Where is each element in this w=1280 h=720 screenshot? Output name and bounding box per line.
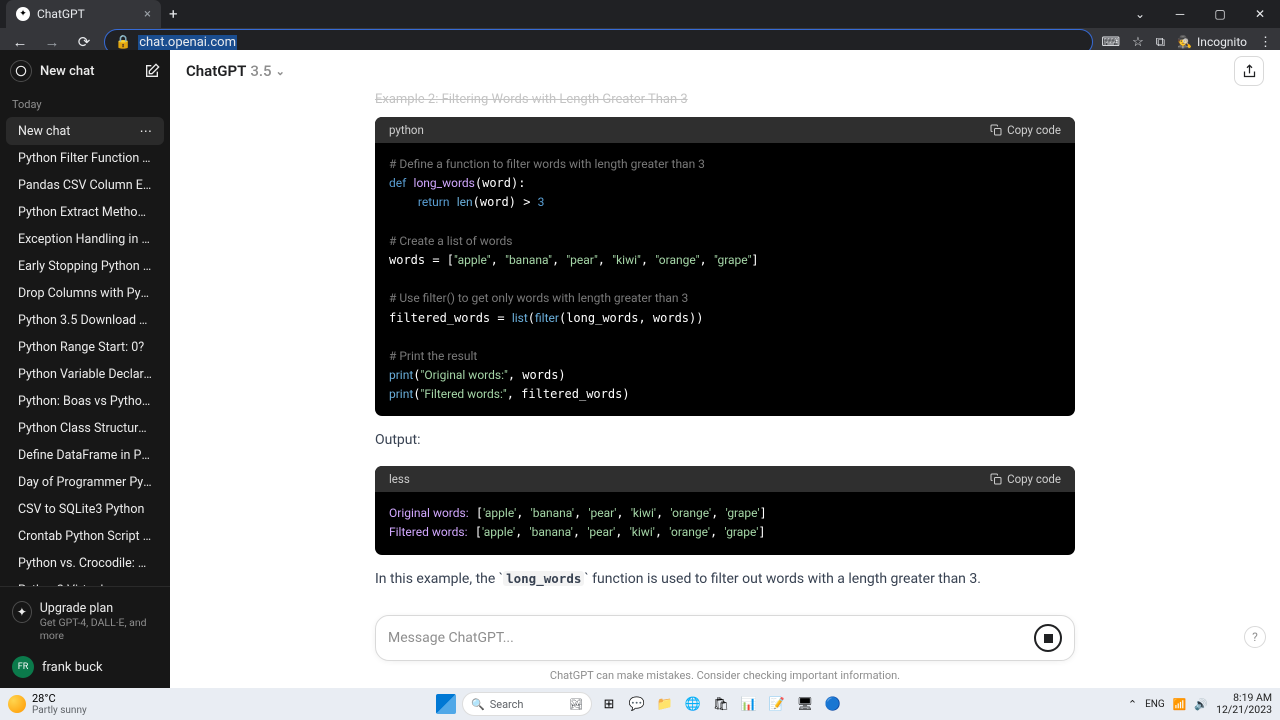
disclaimer-text: ChatGPT can make mistakes. Consider chec… [170, 665, 1280, 688]
back-button[interactable]: ← [8, 33, 32, 51]
menu-icon[interactable]: ⋮ [1259, 35, 1272, 50]
taskbar: 28°C Partly sunny 🔍 Search 🏞 ⊞ 💬 📁 🌐 🛍 📊… [0, 688, 1280, 720]
sidebar-item[interactable]: Crontab Python Script Fix [6, 523, 164, 550]
new-chat-label[interactable]: New chat [40, 64, 136, 79]
sidebar: New chat Today New chat⋯ Python Filter F… [0, 50, 170, 688]
app-icon[interactable]: 💬 [626, 693, 648, 715]
sidebar-item[interactable]: Python Extract Method Tutorial [6, 199, 164, 226]
message-input[interactable]: Message ChatGPT... [375, 615, 1075, 661]
code-content[interactable]: # Define a function to filter words with… [375, 143, 1075, 416]
sidebar-item[interactable]: CSV to SQLite3 Python [6, 496, 164, 523]
app-icon[interactable]: 🖥 [794, 693, 816, 715]
copy-code-button[interactable]: Copy code [990, 472, 1061, 486]
sidebar-item[interactable]: Python Range Start: 0? [6, 334, 164, 361]
sparkle-icon: ✦ [12, 601, 32, 623]
code-lang-label: python [389, 123, 424, 137]
lock-icon: 🔒 [115, 35, 131, 50]
weather-widget[interactable]: 28°C Partly sunny [8, 692, 87, 716]
today-section-label: Today [0, 92, 170, 117]
code-content[interactable]: Original words: ['apple', 'banana', 'pea… [375, 492, 1075, 554]
avatar: FR [12, 656, 34, 678]
app-icon[interactable]: 📊 [738, 693, 760, 715]
stop-button[interactable] [1034, 624, 1062, 652]
temperature: 28°C [32, 692, 87, 705]
sidebar-item[interactable]: New chat⋯ [6, 117, 164, 145]
task-view-icon[interactable]: ⊞ [598, 693, 620, 715]
tab-title: ChatGPT [37, 7, 85, 21]
sidebar-item[interactable]: Pandas CSV Column Extraction [6, 172, 164, 199]
sidebar-item[interactable]: Python Filter Function Tutorial [6, 145, 164, 172]
minimize-icon[interactable]: ─ [1160, 0, 1200, 28]
search-decoration-icon: 🏞 [569, 698, 583, 711]
sidebar-item[interactable]: Python 3.5 Download Tutorial [6, 307, 164, 334]
openai-logo[interactable] [10, 60, 32, 82]
language-icon[interactable]: ENG [1145, 699, 1165, 710]
store-icon[interactable]: 🛍 [710, 693, 732, 715]
share-button[interactable] [1234, 56, 1264, 86]
more-icon[interactable]: ⋯ [140, 123, 153, 139]
incognito-badge: 🕵 Incognito [1177, 35, 1247, 49]
sidebar-item[interactable]: Day of Programmer Python [6, 469, 164, 496]
edge-icon[interactable]: 🌐 [682, 693, 704, 715]
extensions-icon[interactable]: ⧉ [1156, 35, 1165, 50]
clock[interactable]: 8:19 AM 12/21/2023 [1216, 692, 1272, 715]
sidebar-item[interactable]: Exception Handling in Python [6, 226, 164, 253]
user-name: frank buck [42, 660, 103, 675]
upgrade-title: Upgrade plan [40, 601, 158, 616]
upgrade-subtitle: Get GPT-4, DALL·E, and more [40, 616, 158, 642]
weather-desc: Partly sunny [32, 705, 87, 716]
code-block-python: python Copy code # Define a function to … [375, 117, 1075, 416]
explanation-text: In this example, the `long_words` functi… [375, 569, 1075, 591]
incognito-icon: 🕵 [1177, 35, 1192, 49]
chat-history-list: New chat⋯ Python Filter Function Tutoria… [0, 117, 170, 586]
wifi-icon[interactable]: 📶 [1173, 698, 1187, 711]
output-label: Output: [375, 430, 1075, 452]
user-menu[interactable]: FR frank buck [10, 648, 160, 680]
url-text: chat.openai.com [138, 35, 237, 50]
translate-icon[interactable]: ⌨ [1101, 35, 1120, 50]
reload-button[interactable]: ⟳ [72, 33, 96, 51]
tray-chevron-icon[interactable]: ⌃ [1128, 698, 1137, 711]
sidebar-item[interactable]: Python Class Structure Tutorial [6, 415, 164, 442]
browser-tab[interactable]: ✦ ChatGPT × [6, 0, 161, 28]
code-lang-label: less [389, 472, 410, 486]
new-tab-button[interactable]: + [169, 5, 178, 23]
weather-icon [8, 695, 26, 713]
message-placeholder: Message ChatGPT... [388, 630, 1034, 646]
sidebar-item[interactable]: Python: Boas vs Pythons [6, 388, 164, 415]
taskbar-search[interactable]: 🔍 Search 🏞 [462, 692, 592, 716]
sidebar-item[interactable]: Define DataFrame in Python [6, 442, 164, 469]
sidebar-item[interactable]: Python3 Virtualenv on Ubuntu [6, 577, 164, 586]
copy-code-button[interactable]: Copy code [990, 123, 1061, 137]
edit-icon[interactable] [144, 63, 160, 79]
upgrade-plan-button[interactable]: ✦ Upgrade plan Get GPT-4, DALL·E, and mo… [10, 595, 160, 648]
sidebar-item[interactable]: Early Stopping Python Guide [6, 253, 164, 280]
file-explorer-icon[interactable]: 📁 [654, 693, 676, 715]
volume-icon[interactable]: 🔊 [1194, 698, 1208, 711]
maximize-icon[interactable]: ▢ [1200, 0, 1240, 28]
sidebar-item[interactable]: Python Variable Declaration [6, 361, 164, 388]
forward-button[interactable]: → [40, 33, 64, 51]
app-icon[interactable]: 📝 [766, 693, 788, 715]
example-heading: Example 2: Filtering Words with Length G… [375, 92, 1075, 107]
chevron-down-icon[interactable]: ⌄ [1120, 0, 1160, 28]
model-selector[interactable]: ChatGPT 3.5 ⌄ [186, 62, 285, 80]
tab-favicon: ✦ [16, 7, 30, 21]
start-button[interactable] [436, 694, 456, 714]
search-icon: 🔍 [471, 698, 485, 711]
sidebar-item[interactable]: Python vs. Crocodile: Coding [6, 550, 164, 577]
code-block-output: less Copy code Original words: ['apple',… [375, 466, 1075, 554]
tab-close-icon[interactable]: × [144, 7, 151, 22]
chevron-down-icon: ⌄ [276, 65, 285, 78]
bookmark-icon[interactable]: ☆ [1132, 35, 1144, 50]
sidebar-item[interactable]: Drop Columns with Python [6, 280, 164, 307]
chrome-icon[interactable]: 🔵 [822, 693, 844, 715]
help-button[interactable]: ? [1244, 626, 1266, 648]
close-window-icon[interactable]: ✕ [1240, 0, 1280, 28]
